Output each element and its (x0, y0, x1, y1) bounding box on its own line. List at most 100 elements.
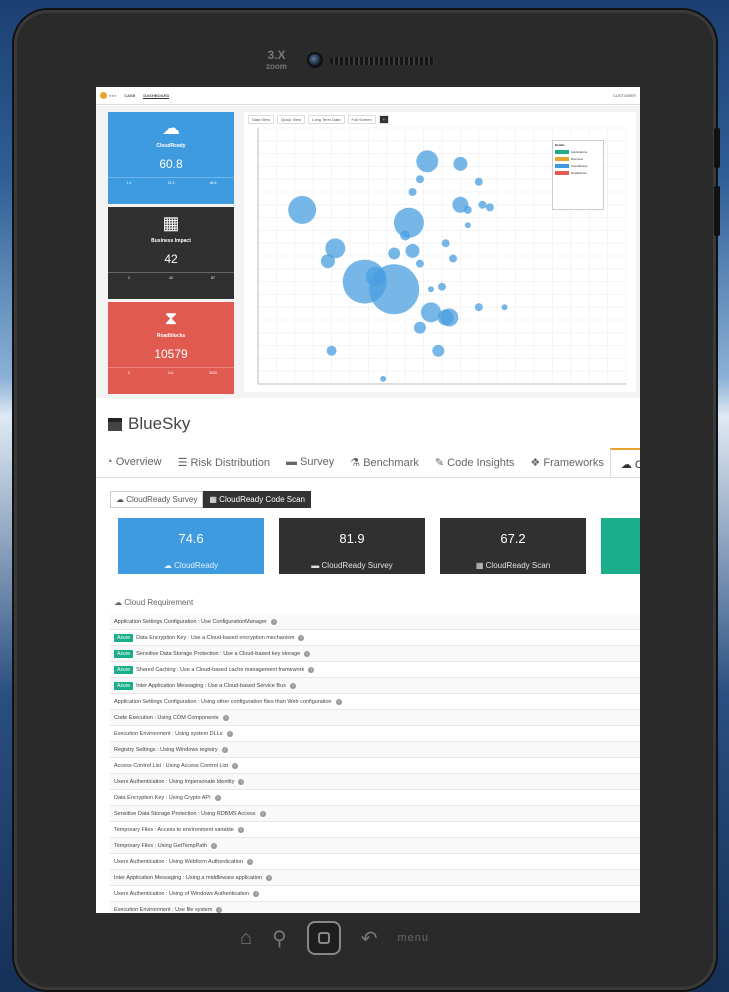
bubble-point[interactable] (415, 175, 424, 184)
tab-cloud[interactable]: ☁ Cloud (609, 448, 640, 477)
requirement-row[interactable]: Users Authentication : Using Impersonate… (110, 774, 640, 790)
requirement-row[interactable]: Users Authentication : Using of Windows … (110, 886, 640, 902)
bubble-chart[interactable]: Data View Quick View Long Term Data Full… (244, 112, 636, 392)
volume-button[interactable] (714, 128, 720, 168)
tab-code-insights[interactable]: ✎ Code Insights (425, 448, 521, 477)
toolbar-quick-view[interactable]: Quick View (277, 115, 306, 124)
score-label: ▦ CloudReady Scan (475, 561, 551, 570)
help-icon[interactable]: ? (226, 730, 233, 737)
help-icon[interactable]: ? (232, 762, 239, 769)
home-icon[interactable]: ⌂ (240, 927, 252, 950)
bubble-point[interactable] (320, 254, 335, 269)
help-icon[interactable]: ? (298, 634, 305, 641)
requirement-row[interactable]: Azure Data Encryption Key : Use a Cloud-b… (110, 630, 640, 646)
bubble-point[interactable] (288, 195, 317, 224)
bubble-point[interactable] (453, 156, 468, 171)
tab-risk-distribution[interactable]: ☰ Risk Distribution (168, 448, 276, 477)
bubble-point[interactable] (369, 264, 420, 315)
requirement-row[interactable]: Temporary Files : Using GetTempPath? (110, 838, 640, 854)
bubble-point[interactable] (438, 282, 446, 291)
bubble-point[interactable] (415, 259, 424, 268)
score-card[interactable] (601, 518, 640, 574)
requirement-row[interactable]: Code Execution : Using COM Components? (110, 710, 640, 726)
bubble-point[interactable] (408, 188, 417, 196)
subtab-cloudready-code-scan[interactable]: ▦ CloudReady Code Scan (203, 491, 312, 508)
requirement-row[interactable]: Application Settings Configuration : Use… (110, 614, 640, 630)
requirement-row[interactable]: Inter Application Messaging : Using a mi… (110, 870, 640, 886)
requirement-row[interactable]: Users Authentication : Using Webform Aut… (110, 854, 640, 870)
requirement-row[interactable]: Execution Environment : Use file system? (110, 902, 640, 913)
nav-item-case[interactable]: CASE (124, 93, 135, 98)
help-icon[interactable]: ? (222, 714, 229, 721)
bubble-point[interactable] (388, 247, 401, 260)
requirement-row[interactable]: Azure Shared Caching : Use a Cloud-based … (110, 662, 640, 678)
bubble-point[interactable] (501, 304, 508, 311)
bubble-point[interactable] (485, 203, 494, 212)
help-icon[interactable]: ? (210, 842, 217, 849)
help-icon[interactable]: ? (265, 874, 272, 881)
customer-menu[interactable]: CUSTOMER (613, 93, 636, 98)
tab-frameworks[interactable]: ❖ Frameworks (520, 448, 609, 477)
score-card[interactable]: 81.9 ▬ CloudReady Survey (279, 518, 425, 574)
requirement-row[interactable]: Registry Settings : Using Windows regist… (110, 742, 640, 758)
toolbar-data-view[interactable]: Data View (248, 115, 275, 124)
bubble-point[interactable] (432, 344, 445, 357)
requirement-row[interactable]: Azure Inter Application Messaging : Use a… (110, 678, 640, 694)
bubble-point[interactable] (474, 177, 483, 186)
power-button[interactable] (714, 186, 720, 236)
requirement-row[interactable]: Temporary Files : Access to environment … (110, 822, 640, 838)
help-icon[interactable]: ? (270, 618, 277, 625)
home-button[interactable] (306, 921, 341, 955)
requirement-text: Execution Environment : Use file system (114, 906, 213, 913)
toolbar-long-term[interactable]: Long Term Data (308, 115, 345, 124)
tile-stat: 0 (128, 371, 130, 375)
help-icon[interactable]: ? (289, 682, 296, 689)
bubble-point[interactable] (413, 321, 426, 334)
score-card[interactable]: 74.6 ☁ CloudReady (118, 518, 264, 574)
bubble-point[interactable] (441, 239, 450, 248)
requirement-row[interactable]: Application Settings Configuration : Usi… (110, 694, 640, 710)
help-icon[interactable]: ? (335, 698, 342, 705)
score-tile[interactable]: ☁ CloudReady 60.8 1.1 15.3 48.6 (108, 112, 234, 204)
toolbar-full-screen[interactable]: Full Screen (347, 115, 376, 124)
bubble-point[interactable] (427, 286, 434, 293)
tab-survey[interactable]: ▬ Survey (276, 448, 340, 477)
toolbar-add-icon[interactable]: + (378, 115, 390, 124)
score-tile[interactable]: ⧗ Roadblocks 10579 0 511 3000 (108, 302, 234, 394)
help-icon[interactable]: ? (216, 906, 223, 913)
requirement-row[interactable]: Data Encryption Key : Using Crypto API? (110, 790, 640, 806)
bubble-point[interactable] (463, 205, 472, 214)
bubble-point[interactable] (326, 345, 337, 356)
help-icon[interactable]: ? (304, 650, 311, 657)
tab-overview[interactable]: ◔ Overview (96, 448, 168, 477)
menu-button[interactable]: menu (398, 932, 430, 944)
bubble-point[interactable] (464, 222, 471, 229)
requirement-row[interactable]: Access Control List : Using Access Contr… (110, 758, 640, 774)
search-icon[interactable]: ⚲ (272, 926, 287, 951)
help-icon[interactable]: ? (237, 826, 244, 833)
nav-item-dashboard[interactable]: DASHBOARD (143, 93, 170, 99)
requirement-row[interactable]: Execution Environment : Using system DLL… (110, 726, 640, 742)
bubble-point[interactable] (393, 207, 424, 238)
help-icon[interactable]: ? (246, 858, 253, 865)
bubble-point[interactable] (478, 200, 487, 209)
subtab-cloudready-survey[interactable]: ☁ CloudReady Survey (110, 491, 204, 508)
bubble-point[interactable] (416, 150, 439, 173)
back-icon[interactable]: ↶ (361, 926, 378, 951)
bubble-point[interactable] (474, 303, 483, 312)
help-icon[interactable]: ? (214, 794, 221, 801)
help-icon[interactable]: ? (308, 666, 315, 673)
bubble-point[interactable] (380, 375, 387, 382)
score-tile[interactable]: ▦ Business Impact 42 1 42 67 (108, 207, 234, 299)
tab-benchmark[interactable]: ⚗ Benchmark (340, 448, 425, 477)
score-card[interactable]: 67.2 ▦ CloudReady Scan (440, 518, 586, 574)
bubble-point[interactable] (405, 243, 420, 258)
bubble-point[interactable] (440, 308, 459, 327)
requirement-row[interactable]: Sensitive Data Storage Protection : Usin… (110, 806, 640, 822)
requirement-row[interactable]: Azure Sensitive Data Storage Protection :… (110, 646, 640, 662)
help-icon[interactable]: ? (238, 778, 245, 785)
help-icon[interactable]: ? (253, 890, 260, 897)
help-icon[interactable]: ? (221, 746, 228, 753)
bubble-point[interactable] (449, 254, 458, 263)
help-icon[interactable]: ? (259, 810, 266, 817)
